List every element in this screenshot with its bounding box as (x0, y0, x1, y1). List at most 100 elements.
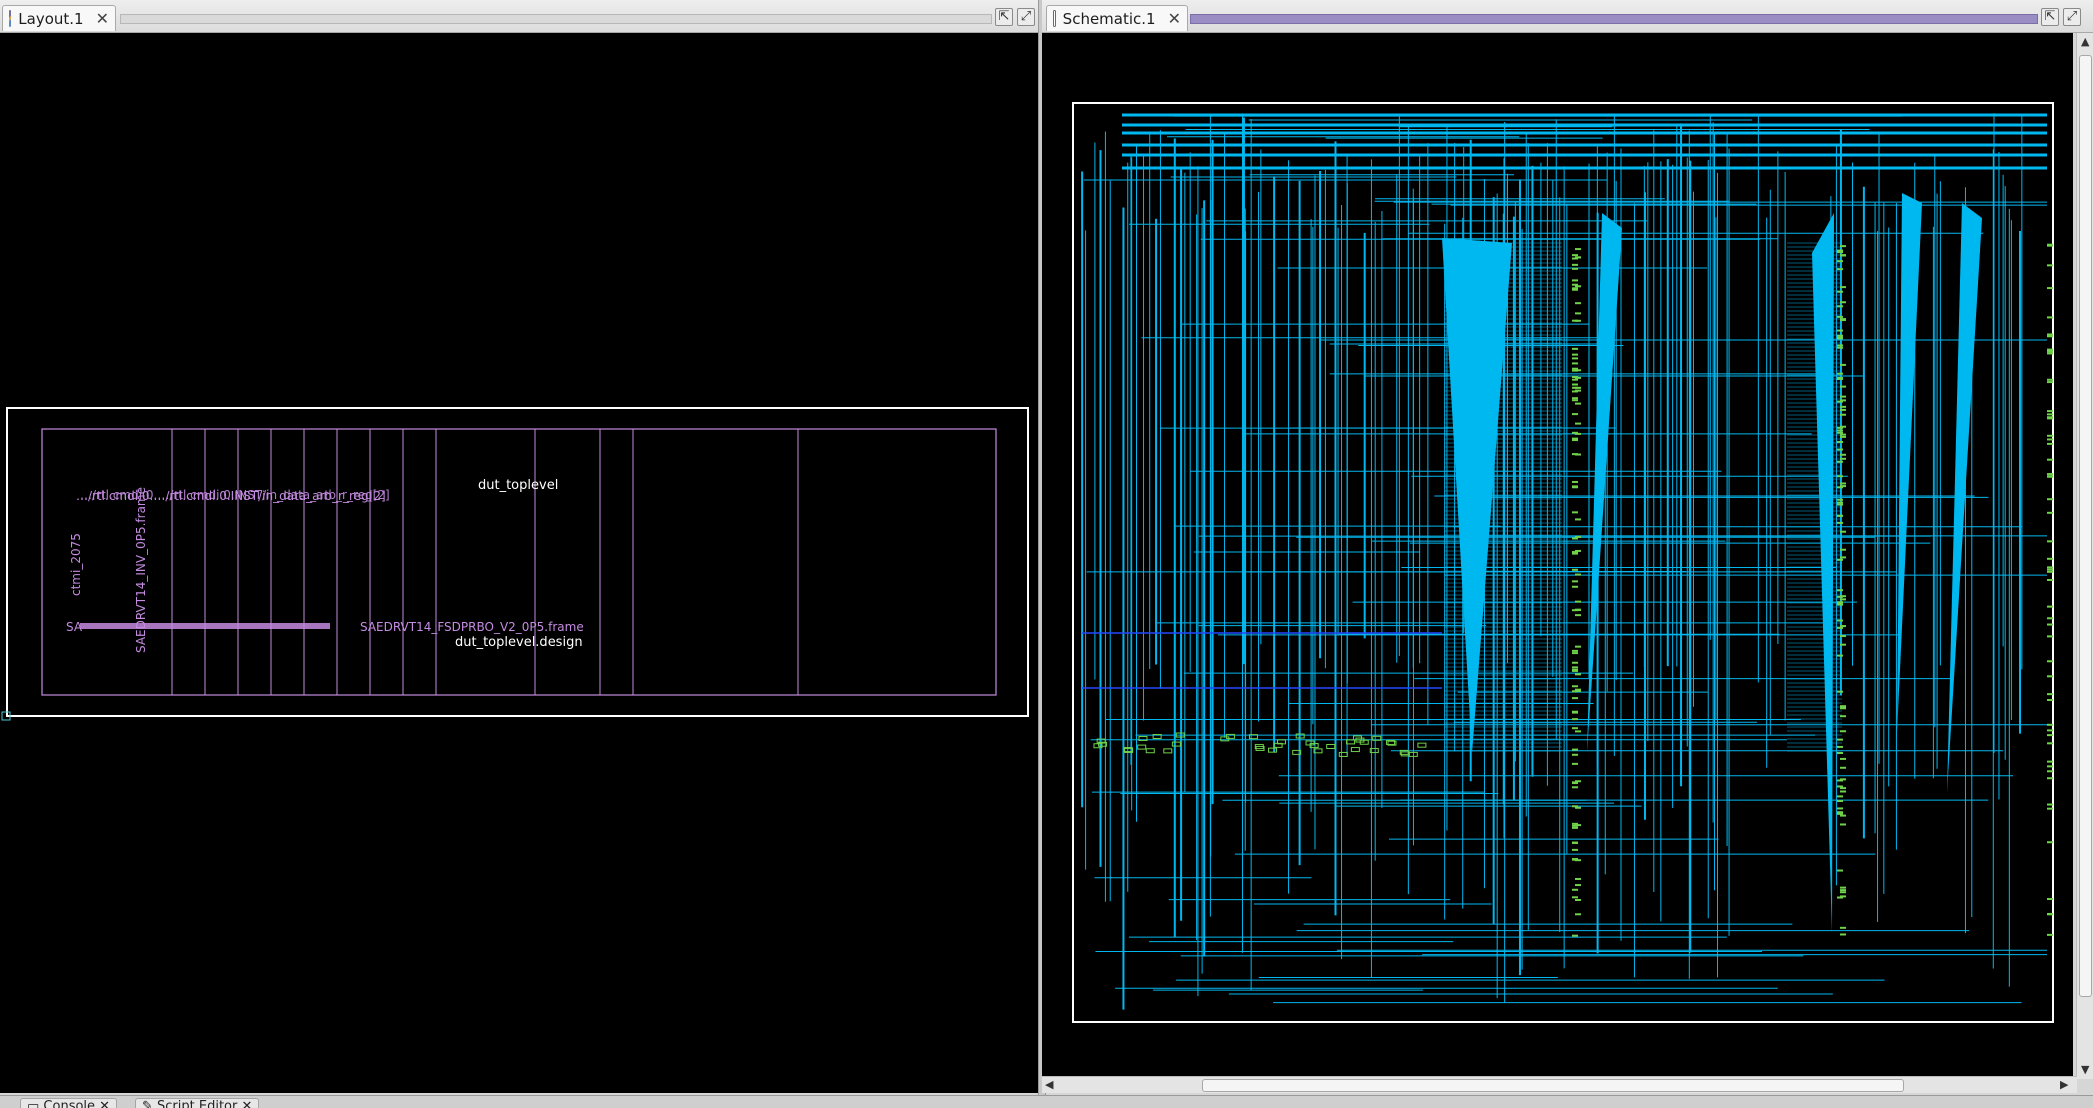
pin-marker (2047, 442, 2053, 445)
pin-marker (1572, 353, 1578, 356)
pin-marker (1572, 347, 1578, 350)
pin-marker (1837, 249, 1843, 252)
tab-schematic[interactable]: Schematic.1 ✕ (1046, 5, 1188, 31)
pin-marker (2047, 729, 2053, 732)
pin-marker (1837, 869, 1843, 872)
pin-marker (2047, 570, 2053, 573)
schematic-canvas[interactable] (1042, 33, 2073, 1078)
tab-schematic-label: Schematic.1 (1062, 9, 1156, 28)
schematic-tabbar: Schematic.1 ✕ ⇱ ⤢ (1042, 0, 2093, 33)
pin-marker (1575, 884, 1581, 887)
pin-marker (1837, 800, 1843, 803)
pin-marker (1840, 548, 1846, 551)
pin-marker (2047, 540, 2053, 543)
pin-marker (1837, 315, 1843, 318)
pin-marker (1837, 785, 1843, 788)
pin-marker (1572, 511, 1578, 514)
pin-marker (1572, 666, 1578, 669)
pin-marker (1575, 312, 1581, 315)
pin-marker (1572, 437, 1578, 440)
pin-marker (1417, 742, 1427, 748)
layout-canvas[interactable]: dut_toplevel …/rtl.cmdi.0.…/rtl.cmdi.0.I… (0, 33, 1038, 1093)
pin-marker (1575, 422, 1581, 425)
pin-marker (1840, 408, 1846, 411)
tab-layout[interactable]: Layout.1 ✕ (2, 5, 116, 31)
pin-marker (1837, 498, 1843, 501)
pin-marker (1575, 402, 1581, 405)
pin-marker (1837, 334, 1843, 337)
pin-marker (1840, 886, 1846, 889)
pin-marker (2047, 413, 2053, 416)
pin-marker (1572, 362, 1578, 365)
pin-marker (1840, 598, 1846, 601)
stacked-cell-labels (80, 623, 330, 629)
pin-marker (1572, 753, 1578, 756)
pin-marker (2047, 381, 2053, 384)
close-icon[interactable]: ✕ (1168, 9, 1181, 28)
scroll-down-icon[interactable]: ▼ (2081, 1063, 2089, 1076)
pin-marker (1840, 556, 1846, 559)
layout-view[interactable]: dut_toplevel …/rtl.cmdi.0.…/rtl.cmdi.0.I… (0, 33, 1038, 1093)
pin-marker (1837, 795, 1843, 798)
scroll-right-icon[interactable]: ▶ (2060, 1078, 2068, 1091)
pin-marker (2047, 378, 2053, 381)
maximize-icon[interactable]: ⤢ (1017, 8, 1035, 26)
pin-marker (1350, 747, 1360, 753)
scroll-left-icon[interactable]: ◀ (1045, 1078, 1053, 1091)
maximize-icon[interactable]: ⤢ (2063, 8, 2081, 26)
pin-marker (2047, 777, 2053, 780)
pin-marker (1840, 482, 1846, 485)
pin-marker (1837, 896, 1843, 899)
pin-marker (1840, 435, 1846, 438)
pin-marker (1837, 460, 1843, 463)
pin-marker (1837, 377, 1843, 380)
wire-fanout (1587, 213, 1622, 753)
horizontal-scroll-thumb[interactable] (1202, 1079, 1904, 1092)
pin-marker (1572, 288, 1578, 291)
pin-marker (1837, 344, 1843, 347)
pin-marker (2047, 316, 2053, 319)
vertical-scroll-thumb[interactable] (2079, 55, 2092, 997)
pin-marker (1575, 614, 1581, 617)
pin-marker (2047, 765, 2053, 768)
vertical-scrollbar[interactable]: ▲ ▼ (2076, 33, 2093, 1079)
pin-marker (1840, 318, 1846, 321)
pin-marker (1268, 747, 1278, 753)
pin-marker (1840, 926, 1846, 929)
pin-marker (1837, 260, 1843, 263)
schematic-view[interactable] (1042, 33, 2073, 1078)
pin-marker (2047, 410, 2053, 413)
pin-marker (2047, 660, 2053, 663)
close-icon[interactable]: ✕ (96, 9, 109, 28)
pin-marker (1572, 390, 1578, 393)
layout-tabbar: Layout.1 ✕ ⇱ ⤢ (0, 0, 1040, 33)
pin-marker (2047, 623, 2053, 626)
pin-marker (1840, 286, 1846, 289)
pin-marker (1572, 858, 1578, 861)
instance-path-overlap-label: …/rtl.cmdi.0.…/rtl.cmdi.0.INST/in_data_a… (80, 488, 390, 502)
pin-marker (1840, 634, 1846, 637)
pin-marker (1840, 707, 1846, 710)
pin-marker (1171, 741, 1181, 747)
scroll-up-icon[interactable]: ▲ (2081, 35, 2089, 48)
pin-marker (1837, 619, 1843, 622)
design-boundary (6, 407, 1029, 717)
pin-marker (2047, 568, 2053, 571)
pin-marker (1572, 279, 1578, 282)
pin-marker (1163, 748, 1173, 754)
pin-marker (2047, 416, 2053, 419)
pin-marker (1575, 645, 1581, 648)
detach-icon[interactable]: ⇱ (2041, 8, 2059, 26)
detach-icon[interactable]: ⇱ (995, 8, 1013, 26)
pin-marker (1837, 601, 1843, 604)
pin-marker (1572, 652, 1578, 655)
pin-marker (2047, 244, 2053, 247)
pin-marker (1840, 891, 1846, 894)
pin-marker (1575, 376, 1581, 379)
pin-marker (2047, 511, 2053, 514)
pin-marker (1840, 766, 1846, 769)
pin-marker (1575, 453, 1581, 456)
horizontal-scrollbar[interactable]: ◀ ▶ (1042, 1076, 2077, 1093)
pin-marker (1572, 718, 1578, 721)
tab-strip (1190, 14, 2038, 24)
